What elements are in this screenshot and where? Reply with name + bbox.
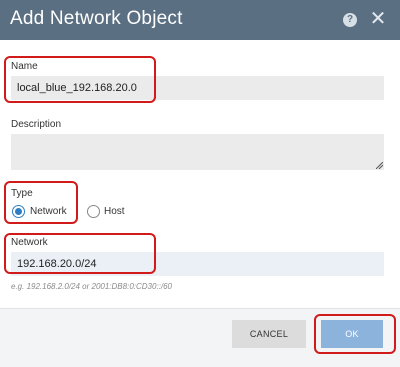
radio-network-label: Network xyxy=(30,206,67,217)
name-label: Name xyxy=(11,61,38,72)
description-label: Description xyxy=(11,119,62,130)
cancel-button[interactable]: CANCEL xyxy=(232,320,306,348)
type-label: Type xyxy=(11,188,33,199)
resize-handle-icon[interactable] xyxy=(376,162,383,169)
radio-host[interactable] xyxy=(87,205,100,218)
radio-host-label: Host xyxy=(104,206,125,217)
dialog-title: Add Network Object xyxy=(10,8,183,29)
network-hint: e.g. 192.168.2.0/24 or 2001:DB8:0:CD30::… xyxy=(11,282,173,291)
description-textarea[interactable] xyxy=(11,134,384,170)
radio-network[interactable] xyxy=(12,205,25,218)
help-icon[interactable]: ? xyxy=(343,13,357,27)
close-icon[interactable]: ✕ xyxy=(368,9,388,29)
ok-button[interactable]: OK xyxy=(321,320,383,348)
network-input[interactable] xyxy=(11,252,384,276)
dialog-titlebar: Add Network Object ? ✕ xyxy=(0,0,400,40)
network-label: Network xyxy=(11,237,48,248)
name-input[interactable] xyxy=(11,76,384,100)
